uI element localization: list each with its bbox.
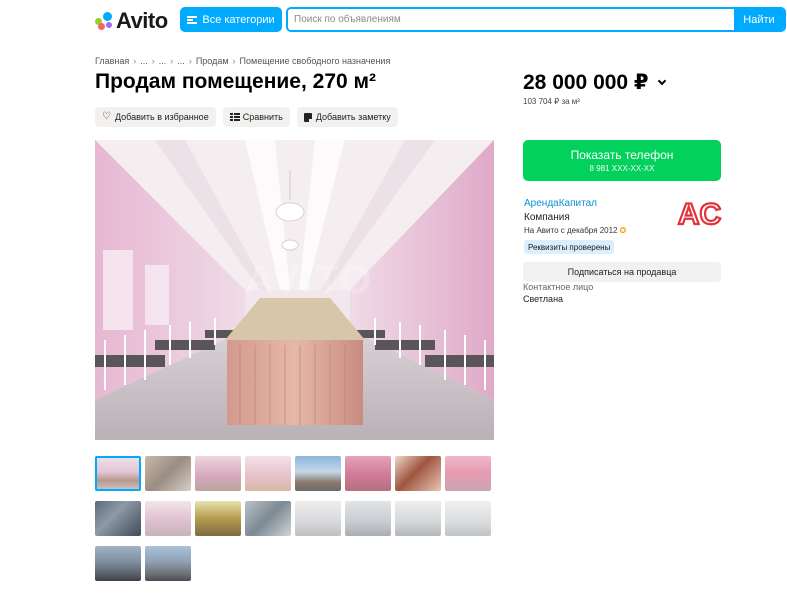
thumbnail[interactable] [395,456,441,491]
compare-icon [229,113,240,121]
logo-text: Avito [116,8,168,33]
thumbnail[interactable] [345,501,391,536]
breadcrumb: Главная › ... › ... › ... › Продам › Пом… [95,56,390,66]
price-value: 28 000 000 ₽ [523,71,649,94]
thumbnail[interactable] [395,501,441,536]
breadcrumb-separator: › [232,56,236,66]
thumbnail[interactable] [245,456,291,491]
verified-badge[interactable]: Реквизиты проверены [524,240,615,254]
breadcrumb-separator: › [188,56,192,66]
seller-since-text: На Авито с декабря 2012 [524,226,618,235]
thumbnail[interactable] [195,456,241,491]
heart-icon: ♡ [102,111,111,122]
add-to-favorites-label: Добавить в избранное [114,112,209,122]
listing-actions: ♡ Добавить в избранное Сравнить Добавить… [95,107,398,127]
seller-type: Компания [524,212,570,223]
thumbnail[interactable] [445,456,491,491]
breadcrumb-item-collapsed[interactable]: ... [177,56,185,66]
breadcrumb-item-category[interactable]: Помещение свободного назначения [240,56,391,66]
avito-logo[interactable]: Avito [95,8,168,34]
all-categories-label: Все категории [202,13,275,26]
thumbnail[interactable] [145,456,191,491]
thumbnail[interactable] [145,546,191,581]
photo-watermark: AVITO [245,258,374,302]
contact-person-label: Контактное лицо [523,282,594,292]
compare-label: Сравнить [242,112,283,122]
breadcrumb-item-collapsed[interactable]: ... [159,56,167,66]
thumbnail[interactable] [445,501,491,536]
breadcrumb-separator: › [151,56,155,66]
breadcrumb-separator: › [170,56,174,66]
medal-icon: ✪ [619,226,627,235]
logo-dots-icon [95,12,113,30]
contact-person-name: Светлана [523,294,564,304]
breadcrumb-item-home[interactable]: Главная [95,56,129,66]
breadcrumb-item-sell[interactable]: Продам [196,56,229,66]
chevron-down-icon [657,76,666,85]
breadcrumb-item-collapsed[interactable]: ... [140,56,148,66]
show-phone-label: Показать телефон [570,148,674,162]
add-note-button[interactable]: Добавить заметку [296,107,398,127]
compare-button[interactable]: Сравнить [222,107,290,127]
breadcrumb-separator: › [133,56,137,66]
price[interactable]: 28 000 000 ₽ [523,70,666,95]
price-per-sqm: 103 704 ₽ за м² [523,97,580,106]
thumbnail[interactable] [145,501,191,536]
add-to-favorites-button[interactable]: ♡ Добавить в избранное [95,107,216,127]
seller-since: На Авито с декабря 2012 ✪ [524,226,626,235]
thumbnail[interactable] [295,501,341,536]
top-header: Avito Все категории Найти [0,0,787,40]
all-categories-button[interactable]: Все категории [180,7,282,32]
thumbnail[interactable] [345,456,391,491]
seller-logo[interactable]: AC [677,196,722,230]
thumbnail[interactable] [295,456,341,491]
thumbnail[interactable] [95,501,141,536]
thumbnail[interactable] [195,501,241,536]
thumbnail-gallery [95,456,495,581]
subscribe-seller-button[interactable]: Подписаться на продавца [523,262,721,282]
listing-title: Продам помещение, 270 м² [95,70,377,93]
note-icon [303,112,312,122]
thumbnail[interactable] [95,456,141,491]
search-input[interactable] [288,9,734,30]
add-note-label: Добавить заметку [315,112,391,122]
categories-icon [187,15,198,24]
seller-name-link[interactable]: АрендаКапитал [524,198,597,209]
seller-logo-text: AC [678,198,721,230]
main-photo[interactable]: AVITO [95,140,494,440]
thumbnail[interactable] [95,546,141,581]
thumbnail[interactable] [245,501,291,536]
search-button[interactable]: Найти [734,9,784,30]
show-phone-button[interactable]: Показать телефон 8 981 XXX-XX-XX [523,140,721,181]
search-bar: Найти [286,7,786,32]
masked-phone-number: 8 981 XXX-XX-XX [589,164,655,173]
